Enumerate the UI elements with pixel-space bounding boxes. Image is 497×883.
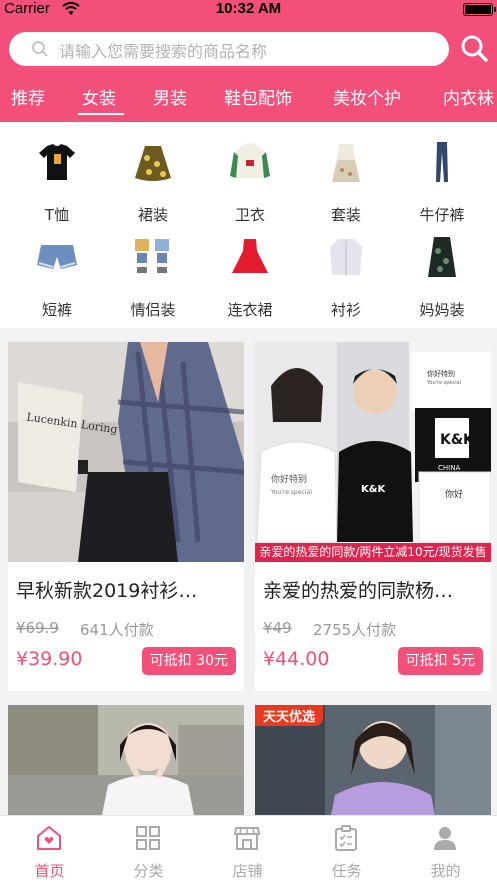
couple-outfit-icon — [135, 239, 169, 273]
tab-task[interactable]: 任务 — [297, 816, 396, 883]
user-icon — [434, 827, 456, 850]
product-card[interactable]: 天天优选 — [255, 705, 491, 815]
svg-text:你好特别: 你好特别 — [271, 473, 307, 485]
coupon-button[interactable]: 可抵扣 30元 — [141, 647, 236, 675]
home-icon — [37, 826, 61, 850]
svg-text:You're special: You're special — [426, 380, 461, 386]
search-placeholder: 请输入您需要搜索的商品名称 — [59, 42, 268, 61]
svg-text:K&K: K&K — [440, 432, 475, 448]
shirt-icon — [330, 239, 362, 275]
tab-mine[interactable]: 我的 — [396, 816, 495, 883]
tab-recommend[interactable]: 推荐 — [11, 84, 45, 109]
tab-underwear[interactable]: 内衣袜 — [443, 84, 494, 109]
category-shirt[interactable]: 衬衫 — [306, 233, 386, 320]
bottom-tab-bar: 首页 分类 店铺 任务 我的 — [0, 815, 497, 883]
svg-text:你好特别: 你好特别 — [427, 369, 455, 378]
tab-women[interactable]: 女装 — [82, 84, 116, 109]
dress-icon — [232, 239, 268, 273]
category-shorts[interactable]: 短裤 — [17, 233, 97, 320]
product-image: 你好特别 You're special K&K 你好特别 You're spec… — [255, 342, 491, 562]
coupon-button[interactable]: 可抵扣 5元 — [397, 647, 483, 675]
store-icon — [233, 827, 261, 850]
svg-text:K&K: K&K — [361, 484, 386, 495]
product-image — [8, 705, 244, 815]
header: Carrier 10:32 AM 请输入您需要搜索的商品名称 推荐 女装 男装 … — [0, 0, 497, 122]
search-button-icon[interactable] — [458, 32, 492, 66]
hoodie-icon — [230, 143, 270, 178]
tab-men[interactable]: 男装 — [153, 84, 187, 109]
task-icon — [335, 825, 357, 851]
product-title: 早秋新款2019衬衫… — [16, 580, 198, 602]
battery-icon — [463, 3, 496, 16]
category-hoodie[interactable]: 卫衣 — [210, 138, 290, 225]
paid-count: 641人付款 — [80, 621, 154, 639]
product-title: 亲爱的热爱的同款杨… — [263, 580, 454, 602]
category-skirt[interactable]: 裙装 — [113, 138, 193, 225]
original-price: ¥49 — [263, 619, 292, 637]
paid-count: 2755人付款 — [313, 621, 397, 639]
tshirt-icon — [39, 144, 75, 180]
category-tabs: 推荐 女装 男装 鞋包配饰 美妆个护 内衣袜 — [0, 84, 497, 120]
original-price: ¥69.9 — [16, 619, 59, 637]
product-card[interactable]: Lucenkin Loring 早秋新款2019衬衫… ¥69.9 641人付款… — [8, 342, 244, 691]
shorts-icon — [37, 245, 77, 269]
svg-text:You're special: You're special — [270, 489, 312, 496]
category-tshirt[interactable]: T恤 — [17, 138, 97, 225]
category-dress[interactable]: 连衣裙 — [210, 233, 290, 320]
skirt-icon — [135, 146, 171, 181]
category-couple[interactable]: 情侣装 — [113, 233, 193, 320]
product-card[interactable] — [8, 705, 244, 815]
category-jeans[interactable]: 牛仔裤 — [402, 138, 482, 225]
tab-shoes-bags[interactable]: 鞋包配饰 — [224, 84, 292, 109]
search-icon — [32, 41, 48, 57]
svg-text:你好: 你好 — [445, 488, 463, 500]
price: ¥44.00 — [263, 648, 330, 670]
tab-home[interactable]: 首页 — [0, 816, 99, 883]
product-card[interactable]: 你好特别 You're special K&K 你好特别 You're spec… — [255, 342, 491, 691]
suit-icon — [332, 144, 360, 182]
tab-store[interactable]: 店铺 — [198, 816, 297, 883]
status-time: 10:32 AM — [215, 0, 282, 17]
category-grid: T恤 裙装 卫衣 套装 牛仔裤 短裤 情侣装 连衣裙 衬衫 妈妈装 — [0, 122, 497, 328]
tab-category[interactable]: 分类 — [99, 816, 198, 883]
svg-text:CHINA: CHINA — [438, 464, 460, 472]
promo-banner: 亲爱的热爱的同款/两件立减10元/现货发售 — [255, 543, 491, 562]
search-input[interactable]: 请输入您需要搜索的商品名称 — [9, 32, 449, 66]
status-bar: Carrier 10:32 AM — [0, 0, 497, 20]
tab-beauty[interactable]: 美妆个护 — [333, 84, 401, 109]
daily-pick-tag: 天天优选 — [255, 705, 324, 726]
price: ¥39.90 — [16, 648, 83, 670]
mom-wear-icon — [428, 237, 456, 277]
active-tab-indicator — [78, 113, 124, 115]
jeans-icon — [436, 142, 448, 182]
category-suit[interactable]: 套装 — [306, 138, 386, 225]
grid-icon — [136, 826, 160, 850]
category-mom-wear[interactable]: 妈妈装 — [402, 233, 482, 320]
product-image: Lucenkin Loring — [8, 342, 244, 562]
